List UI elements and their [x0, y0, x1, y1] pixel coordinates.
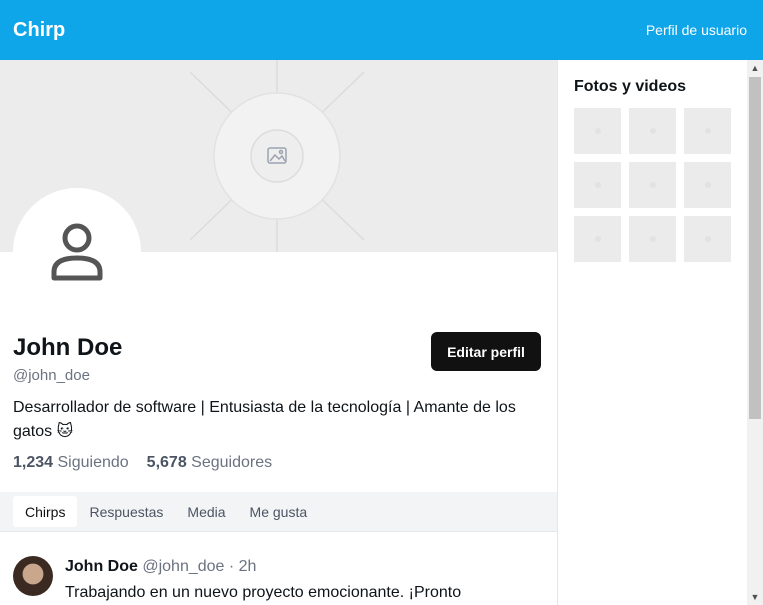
edit-profile-button[interactable]: Editar perfil	[431, 332, 541, 371]
profile-handle: @john_doe	[13, 367, 90, 384]
tab-media[interactable]: Media	[175, 496, 237, 527]
post-meta: @john_doe · 2h	[142, 558, 257, 575]
media-thumbnail[interactable]	[684, 162, 731, 208]
user-icon	[51, 223, 103, 281]
media-thumbnail[interactable]	[574, 162, 621, 208]
media-thumbnail[interactable]	[629, 162, 676, 208]
scrollbar-thumb[interactable]	[749, 77, 761, 419]
top-bar: Chirp Perfil de usuario	[0, 0, 763, 60]
post-text: Trabajando en un nuevo proyecto emociona…	[65, 584, 462, 601]
following-stat[interactable]: 1,234 Siguiendo	[13, 454, 129, 472]
media-sidebar: Fotos y videos	[558, 60, 747, 605]
profile-tabs: Chirps Respuestas Media Me gusta	[0, 492, 557, 532]
scroll-down-arrow-icon[interactable]: ▼	[747, 589, 763, 605]
scrollbar[interactable]: ▲ ▼	[747, 60, 763, 605]
profile-main: John Doe @john_doe Editar perfil Desarro…	[0, 60, 558, 605]
chirp-post[interactable]: John Doe @john_doe · 2h Trabajando en un…	[13, 554, 553, 605]
tab-respuestas[interactable]: Respuestas	[77, 496, 175, 527]
profile-bio: Desarrollador de software | Entusiasta d…	[13, 399, 516, 440]
media-sidebar-title: Fotos y videos	[574, 78, 687, 95]
scroll-up-arrow-icon[interactable]: ▲	[747, 60, 763, 76]
media-thumbnail[interactable]	[684, 108, 731, 154]
post-avatar[interactable]	[13, 556, 53, 596]
tab-me-gusta[interactable]: Me gusta	[238, 496, 320, 527]
media-thumbnail[interactable]	[574, 216, 621, 262]
media-thumbnail[interactable]	[629, 108, 676, 154]
profile-link[interactable]: Perfil de usuario	[646, 22, 747, 38]
followers-count: 5,678	[146, 454, 187, 471]
post-header: John Doe @john_doe · 2h	[65, 558, 256, 576]
media-thumbnail[interactable]	[629, 216, 676, 262]
profile-name: John Doe	[13, 334, 123, 361]
media-grid	[574, 108, 731, 262]
profile-stats: 1,234 Siguiendo 5,678 Seguidores	[13, 454, 272, 472]
following-count: 1,234	[13, 454, 54, 471]
media-thumbnail[interactable]	[684, 216, 731, 262]
followers-label: Seguidores	[191, 454, 273, 471]
following-label: Siguiendo	[57, 454, 129, 471]
media-thumbnail[interactable]	[574, 108, 621, 154]
brand-logo[interactable]: Chirp	[13, 19, 65, 42]
tab-chirps[interactable]: Chirps	[13, 496, 78, 527]
post-author[interactable]: John Doe	[65, 558, 138, 575]
followers-stat[interactable]: 5,678 Seguidores	[147, 454, 272, 472]
profile-avatar[interactable]	[13, 188, 141, 316]
